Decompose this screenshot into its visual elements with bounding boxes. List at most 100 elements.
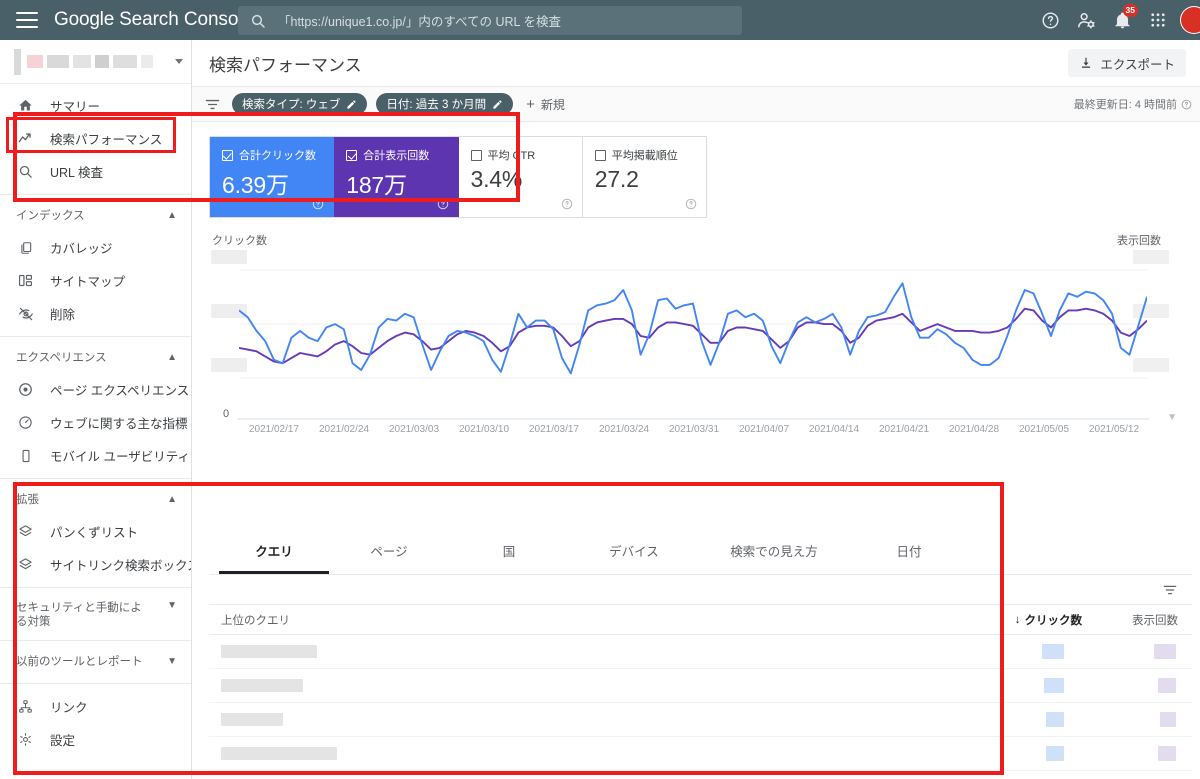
cell-query-redacted — [209, 713, 962, 726]
sidebar-item-removals[interactable]: 削除 — [0, 297, 191, 330]
sidebar-item-sitelinks-searchbox[interactable]: サイトリンク検索ボックス — [0, 548, 191, 581]
sidebar-item-mobile-usability[interactable]: モバイル ユーザビリティ — [0, 439, 191, 472]
cell-query-redacted — [209, 747, 962, 760]
cell-query-redacted — [209, 679, 962, 692]
table-row[interactable] — [209, 737, 1192, 771]
chart-x-tick-label: 2021/03/17 — [528, 424, 580, 435]
metric-card-header: 平均 CTR — [470, 147, 582, 163]
chart-x-tick-label: 2021/03/24 — [598, 424, 650, 435]
filter-chip-date[interactable]: 日付: 過去 3 か月間 — [376, 93, 514, 115]
sidebar-group-experience[interactable]: エクスペリエンス ▲ — [0, 343, 191, 373]
tab-label: ページ — [370, 544, 408, 559]
main-content: 検索パフォーマンス エクスポート 検索タイプ: ウェブ 日付: 過去 3 か月間… — [192, 40, 1200, 779]
help-icon[interactable] — [1032, 2, 1068, 38]
checkbox-unchecked-icon[interactable] — [470, 149, 482, 161]
metric-card-total-clicks[interactable]: 合計クリック数 6.39万 — [210, 137, 335, 217]
brand-product-text: Search Console — [119, 9, 253, 30]
property-selector[interactable] — [0, 40, 191, 84]
sidebar-item-label: ページ エクスペリエンス — [50, 384, 190, 398]
sidebar-item-links[interactable]: リンク — [0, 690, 191, 723]
sidebar-item-label: サマリー — [50, 100, 101, 114]
sidebar-item-core-web-vitals[interactable]: ウェブに関する主な指標 — [0, 406, 191, 439]
table-row[interactable] — [209, 771, 1192, 779]
edit-pencil-icon — [492, 99, 503, 110]
column-header-top-queries[interactable]: 上位のクエリ — [209, 612, 962, 628]
sidebar-item-url-inspection[interactable]: URL 検査 — [0, 155, 191, 188]
divider — [0, 640, 191, 641]
column-header-impressions[interactable]: 表示回数 — [1082, 612, 1192, 628]
table-row[interactable] — [209, 669, 1192, 703]
filter-chips: 検索タイプ: ウェブ 日付: 過去 3 か月間 + 新規 — [204, 93, 565, 115]
sidebar-item-label: パンくずリスト — [50, 526, 139, 540]
table-row[interactable] — [209, 703, 1192, 737]
filter-chip-label: 検索タイプ: ウェブ — [242, 99, 341, 111]
notifications-badge: 35 — [1122, 4, 1138, 17]
cell-clicks-redacted — [962, 644, 1082, 659]
chart-x-tick-label: 2021/05/12 — [1088, 424, 1140, 435]
avatar[interactable] — [1180, 6, 1200, 34]
search-icon — [250, 13, 266, 29]
sidebar-group-security-manual-actions[interactable]: セキュリティと手動による対策 ▼ — [0, 594, 191, 634]
metric-card-header: 合計表示回数 — [346, 147, 457, 163]
tab-6[interactable]: 日付 — [849, 526, 969, 574]
checkbox-unchecked-icon[interactable] — [594, 149, 606, 161]
metric-card-average-ctr[interactable]: 平均 CTR 3.4% — [459, 137, 583, 217]
chart-line-clicks — [239, 282, 1147, 375]
sidebar-item-summary[interactable]: サマリー — [0, 89, 191, 122]
chevron-down-icon[interactable]: ▼ — [1167, 412, 1177, 423]
help-circle-icon[interactable] — [437, 198, 449, 210]
checkbox-checked-icon[interactable] — [346, 149, 358, 161]
sidebar-group-legacy-tools[interactable]: 以前のツールとレポート ▼ — [0, 647, 191, 677]
metric-card-average-position[interactable]: 平均掲載順位 27.2 — [583, 137, 706, 217]
account-settings-icon[interactable] — [1068, 2, 1104, 38]
sidebar-item-coverage[interactable]: カバレッジ — [0, 231, 191, 264]
divider — [0, 478, 191, 479]
cell-impressions-redacted — [1082, 644, 1192, 659]
tab-3[interactable]: 国 — [449, 526, 569, 574]
tab-4[interactable]: デバイス — [569, 526, 699, 574]
checkbox-checked-icon[interactable] — [222, 149, 233, 161]
tab-5[interactable]: 検索での見え方 — [699, 526, 849, 574]
sidebar-group-index[interactable]: インデックス ▲ — [0, 201, 191, 231]
sidebar-group-enhancements[interactable]: 拡張 ▲ — [0, 485, 191, 515]
chart-x-tick-label: 2021/04/07 — [738, 424, 790, 435]
chart-x-axis: 2021/02/17 2021/02/24 2021/03/03 2021/03/10… — [239, 424, 1149, 435]
url-inspection-search-bar[interactable]: 「https://unique1.co.jp/」内のすべての URL を検査 — [238, 6, 742, 35]
help-circle-icon[interactable] — [685, 198, 697, 210]
apps-grid-icon[interactable] — [1140, 2, 1176, 38]
sidebar-item-label: サイトリンク検索ボックス — [50, 559, 191, 573]
sidebar-group-label: 以前のツールとレポート — [16, 655, 143, 668]
sidebar-item-page-experience[interactable]: ページ エクスペリエンス — [0, 373, 191, 406]
help-circle-icon[interactable] — [312, 198, 324, 210]
home-icon — [16, 96, 35, 115]
metric-card-total-impressions[interactable]: 合計表示回数 187万 — [334, 137, 459, 217]
cell-clicks-redacted — [962, 712, 1082, 727]
filter-icon[interactable] — [204, 96, 221, 113]
metric-card-label: 平均 CTR — [487, 150, 536, 162]
divider — [0, 587, 191, 588]
notifications-icon[interactable]: 35 — [1104, 2, 1140, 38]
sidebar-item-label: URL 検査 — [50, 166, 104, 180]
tab-1[interactable]: クエリ — [219, 526, 329, 574]
menu-icon[interactable] — [16, 12, 38, 28]
sidebar-group-label: セキュリティと手動による対策 — [16, 602, 142, 629]
filter-chip-label: 日付: 過去 3 か月間 — [386, 99, 487, 111]
layers-icon — [16, 522, 35, 541]
filter-chip-search-type[interactable]: 検索タイプ: ウェブ — [232, 93, 368, 115]
metric-card-value: 6.39万 — [222, 172, 289, 198]
help-circle-icon[interactable] — [561, 198, 573, 210]
help-circle-icon[interactable] — [1181, 99, 1192, 110]
sidebar-item-settings[interactable]: 設定 — [0, 723, 191, 756]
export-button[interactable]: エクスポート — [1068, 49, 1186, 77]
tab-2[interactable]: ページ — [329, 526, 449, 574]
sidebar-item-search-performance[interactable]: 検索パフォーマンス — [0, 122, 191, 155]
table-row[interactable] — [209, 635, 1192, 669]
sidebar-item-sitemaps[interactable]: サイトマップ — [0, 264, 191, 297]
metric-card-value: 187万 — [346, 172, 407, 198]
top-app-bar: Google Search Console 「https://unique1.c… — [0, 0, 1200, 40]
cell-clicks-redacted — [962, 746, 1082, 761]
filter-icon[interactable] — [1162, 582, 1178, 598]
sidebar-item-breadcrumbs[interactable]: パンくずリスト — [0, 515, 191, 548]
add-filter-button[interactable]: + 新規 — [526, 96, 565, 113]
column-header-clicks[interactable]: ↓ クリック数 — [962, 612, 1082, 628]
